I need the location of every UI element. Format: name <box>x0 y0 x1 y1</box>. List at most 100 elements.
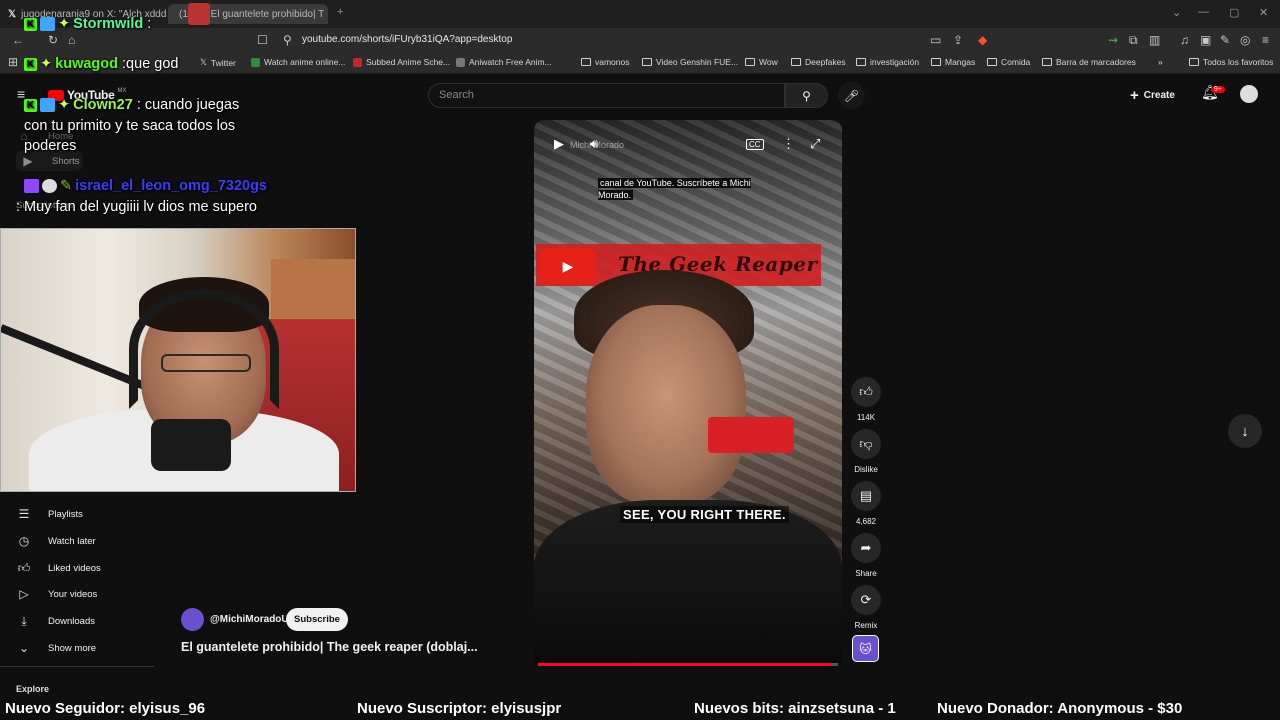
bookmark-comida[interactable]: Comida <box>987 57 1030 67</box>
sidebar-item-your-videos[interactable]: ▷ Your videos <box>16 584 97 604</box>
rewards-icon[interactable]: ◎ <box>1240 33 1250 47</box>
arrow-down-icon: ↓ <box>1241 422 1249 440</box>
share-page-icon[interactable]: ⇪ <box>953 33 963 47</box>
bookmark-icon[interactable]: ☐ <box>257 33 268 47</box>
sidebar-item-watch-later[interactable]: ◷ Watch later <box>16 531 96 551</box>
channel-avatar[interactable] <box>181 608 204 631</box>
vpn-icon[interactable]: ⇝ <box>1108 33 1118 47</box>
tab-thumbnail <box>188 3 210 25</box>
voice-search-button[interactable]: 🎤︎ <box>838 82 865 109</box>
apps-grid-icon[interactable]: ⊞ <box>8 55 18 69</box>
kick-badge-icon: K <box>24 57 37 71</box>
fullscreen-icon[interactable]: ⤢ <box>810 136 820 152</box>
bookmark-label: Comida <box>1001 57 1031 67</box>
notifications-badge: 9+ <box>1211 86 1225 93</box>
bookmark-barra[interactable]: Barra de marcadores <box>1042 57 1136 67</box>
chat-message: K ✦ Clown27 : cuando juegas <box>24 97 239 113</box>
video-progress-bar[interactable] <box>538 663 838 666</box>
sidebar-item-label: Liked videos <box>48 562 101 574</box>
sound-avatar[interactable]: 🐱︎ <box>852 635 879 662</box>
menu-icon[interactable]: ≡ <box>1262 33 1269 47</box>
like-count: 114K <box>856 413 876 422</box>
more-bookmarks-icon[interactable]: » <box>1158 57 1163 67</box>
share-button[interactable]: ➦ Share <box>851 533 881 578</box>
bookmark-aniwatch[interactable]: Aniwatch Free Anim... <box>456 57 552 67</box>
cat-icon: 🐱︎ <box>859 641 872 656</box>
new-tab-icon[interactable]: + <box>337 6 343 18</box>
browser-tab-bar: 𝕏 jugodenaranja9 on X: "Alch xddd ht (10… <box>0 0 1280 28</box>
chat-message: ✎ israel_el_leon_omg_7320gs <box>24 178 267 194</box>
sidebar-item-downloads[interactable]: ⤓ Downloads <box>16 611 95 631</box>
channel-handle[interactable]: @MichiMoradoU <box>210 614 289 625</box>
search-input[interactable]: Search <box>439 89 474 101</box>
playlists-icon: ☰ <box>18 507 30 521</box>
thumbs-up-icon: 👍︎ <box>17 560 31 575</box>
sidebar-item-shorts[interactable]: ▶ Shorts <box>16 151 84 171</box>
video-progress-fill <box>538 663 832 666</box>
minimize-icon[interactable]: — <box>1198 6 1209 18</box>
extensions-icon[interactable]: ⧉ <box>1129 33 1138 48</box>
remix-label: Remix <box>854 621 878 630</box>
like-button[interactable]: 👍︎ 114K <box>851 377 881 422</box>
bookmark-label: Wow <box>759 57 778 67</box>
all-bookmarks[interactable]: Todos los favoritos <box>1189 57 1273 67</box>
folder-icon <box>931 58 941 66</box>
leo-icon[interactable]: ✎ <box>1220 33 1230 47</box>
dislike-button[interactable]: 👎︎ Dislike <box>851 429 881 474</box>
comments-button[interactable]: ▤ 4,682 <box>851 481 881 526</box>
play-icon[interactable]: ▶ <box>554 136 564 152</box>
site-info-icon[interactable]: ⚲ <box>283 33 292 47</box>
bookmark-deepfakes[interactable]: Deepfakes <box>791 57 846 67</box>
og-badge-icon <box>40 17 55 32</box>
streamer-webcam <box>0 228 356 492</box>
bookmark-investigacion[interactable]: investigación <box>856 57 919 67</box>
bookmark-wow[interactable]: Wow <box>745 57 778 67</box>
chat-message-continued: poderes <box>24 138 76 154</box>
media-icon[interactable]: ♫ <box>1180 33 1189 47</box>
reload-icon[interactable]: ↻ <box>48 33 58 47</box>
create-button[interactable]: + Create <box>1130 84 1175 106</box>
share-label: Share <box>855 569 877 578</box>
bookmark-label: Twitter <box>210 57 236 68</box>
bookmark-watch-anime[interactable]: Watch anime online... <box>251 57 345 67</box>
folder-icon <box>1042 58 1052 66</box>
bookmark-vamonos[interactable]: vamonos <box>581 57 630 67</box>
remix-button[interactable]: ⟳ Remix <box>851 585 881 630</box>
sidebar-item-label: Shorts <box>52 155 80 167</box>
sidebar-item-show-more[interactable]: ⌄ Show more <box>16 638 96 658</box>
video-red-badge <box>708 417 794 453</box>
account-avatar[interactable] <box>1240 85 1258 103</box>
subscribe-button[interactable]: Subscribe <box>286 608 348 631</box>
sidebar-item-liked-videos[interactable]: 👍︎ Liked videos <box>16 558 101 578</box>
bookmark-label: Mangas <box>945 57 976 67</box>
back-icon[interactable]: ← <box>12 33 24 47</box>
volume-icon[interactable]: 🔊︎ <box>590 136 598 152</box>
bookmark-video-genshin[interactable]: Video Genshin FUE... <box>642 57 738 67</box>
brave-shield-icon[interactable]: ◆ <box>978 33 987 47</box>
install-app-icon[interactable]: ▭ <box>930 33 941 47</box>
bookmark-twitter[interactable]: 𝕏 Twitter <box>200 57 236 68</box>
more-options-icon[interactable]: ⋮ <box>782 136 795 152</box>
bookmark-subbed-anime[interactable]: Subbed Anime Sche... <box>353 57 450 67</box>
search-button[interactable]: ⚲ <box>785 83 828 108</box>
folder-icon <box>745 58 755 66</box>
chat-username: israel_el_leon_omg_7320gs <box>75 178 267 194</box>
folder-icon <box>1189 58 1199 66</box>
tab-list-icon[interactable]: ⌄ <box>1172 6 1181 19</box>
bookmark-mangas[interactable]: Mangas <box>931 57 975 67</box>
bookmark-label: Subbed Anime Sche... <box>366 57 451 67</box>
chat-username: Stormwild <box>73 16 144 32</box>
sidebar-item-playlists[interactable]: ☰ Playlists <box>16 504 83 524</box>
search-box[interactable] <box>428 83 785 108</box>
bookmark-label: investigación <box>870 57 920 67</box>
video-title[interactable]: El guantelete prohibido| The geek reaper… <box>181 640 478 654</box>
sidebar-toggle-icon[interactable]: ▥ <box>1149 33 1160 47</box>
wallet-icon[interactable]: ▣ <box>1200 33 1211 47</box>
close-window-icon[interactable]: ✕ <box>1259 6 1268 19</box>
captions-icon[interactable]: CC <box>746 139 764 150</box>
url-field[interactable]: youtube.com/shorts/iFUryb31iQA?app=deskt… <box>302 34 512 45</box>
maximize-icon[interactable]: ▢ <box>1229 6 1239 19</box>
next-short-button[interactable]: ↓ <box>1228 414 1262 448</box>
home-icon[interactable]: ⌂ <box>68 33 75 47</box>
shorts-video-player[interactable]: ▶ The Geek Reaper Michi Morado ▶ 🔊︎ CC ⋮… <box>534 120 842 668</box>
